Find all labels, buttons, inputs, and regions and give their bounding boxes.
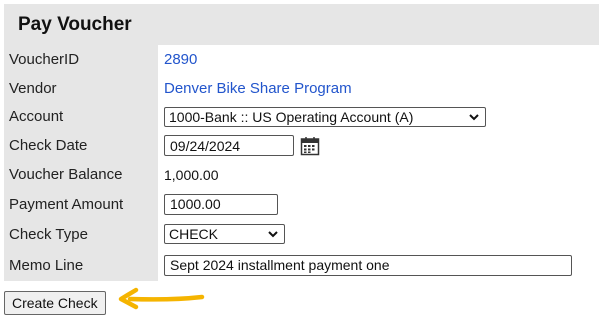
memo-line-cell: Sept 2024 installment payment one bbox=[158, 249, 599, 281]
payment-amount-label: Payment Amount bbox=[9, 195, 124, 213]
check-type-select[interactable]: CHECK bbox=[164, 224, 285, 244]
calendar-icon[interactable] bbox=[300, 136, 320, 156]
account-cell: 1000-Bank :: US Operating Account (A) bbox=[158, 102, 599, 131]
row-payment-amount: Payment Amount 1000.00 bbox=[5, 189, 599, 219]
voucher-id-link[interactable]: 2890 bbox=[164, 51, 197, 68]
row-check-type: Check Type CHECK bbox=[5, 219, 599, 249]
check-type-selected-value: CHECK bbox=[169, 226, 219, 242]
row-voucher-balance: Voucher Balance 1,000.00 bbox=[5, 160, 599, 189]
chevron-down-icon bbox=[469, 113, 479, 120]
create-check-button[interactable]: Create Check bbox=[4, 291, 106, 315]
row-memo-line: Memo Line Sept 2024 installment payment … bbox=[5, 249, 599, 281]
voucher-balance-cell: 1,000.00 bbox=[158, 160, 599, 189]
panel-title: Pay Voucher bbox=[18, 14, 132, 35]
check-type-cell: CHECK bbox=[158, 219, 599, 249]
account-selected-value: 1000-Bank :: US Operating Account (A) bbox=[169, 108, 414, 125]
row-voucher-id: VoucherID 2890 bbox=[5, 45, 599, 74]
row-account: Account 1000-Bank :: US Operating Accoun… bbox=[5, 102, 599, 131]
check-date-input[interactable]: 09/24/2024 bbox=[164, 135, 294, 156]
row-vendor: Vendor Denver Bike Share Program bbox=[5, 74, 599, 102]
voucher-balance-label: Voucher Balance bbox=[9, 166, 123, 183]
memo-line-label: Memo Line bbox=[9, 256, 84, 274]
check-date-cell: 09/24/2024 bbox=[158, 131, 599, 160]
row-check-date: Check Date 09/24/2024 bbox=[5, 131, 599, 160]
account-label: Account bbox=[9, 108, 64, 125]
vendor-link[interactable]: Denver Bike Share Program bbox=[164, 80, 352, 97]
account-select[interactable]: 1000-Bank :: US Operating Account (A) bbox=[164, 106, 486, 127]
voucher-balance-value: 1,000.00 bbox=[164, 166, 219, 183]
memo-line-input[interactable]: Sept 2024 installment payment one bbox=[164, 254, 572, 276]
vendor-cell: Denver Bike Share Program bbox=[158, 74, 599, 102]
check-date-label: Check Date bbox=[9, 137, 88, 154]
payment-amount-input[interactable]: 1000.00 bbox=[164, 193, 278, 215]
payment-amount-cell: 1000.00 bbox=[158, 189, 599, 219]
arrow-left-icon bbox=[118, 287, 205, 310]
pay-voucher-panel: Pay Voucher VoucherID 2890 Vendor Denver… bbox=[4, 4, 599, 281]
check-type-label: Check Type bbox=[9, 225, 88, 243]
voucher-id-cell: 2890 bbox=[158, 45, 599, 74]
chevron-down-icon bbox=[268, 231, 278, 238]
vendor-label: Vendor bbox=[9, 79, 57, 97]
voucher-id-label: VoucherID bbox=[9, 51, 80, 68]
